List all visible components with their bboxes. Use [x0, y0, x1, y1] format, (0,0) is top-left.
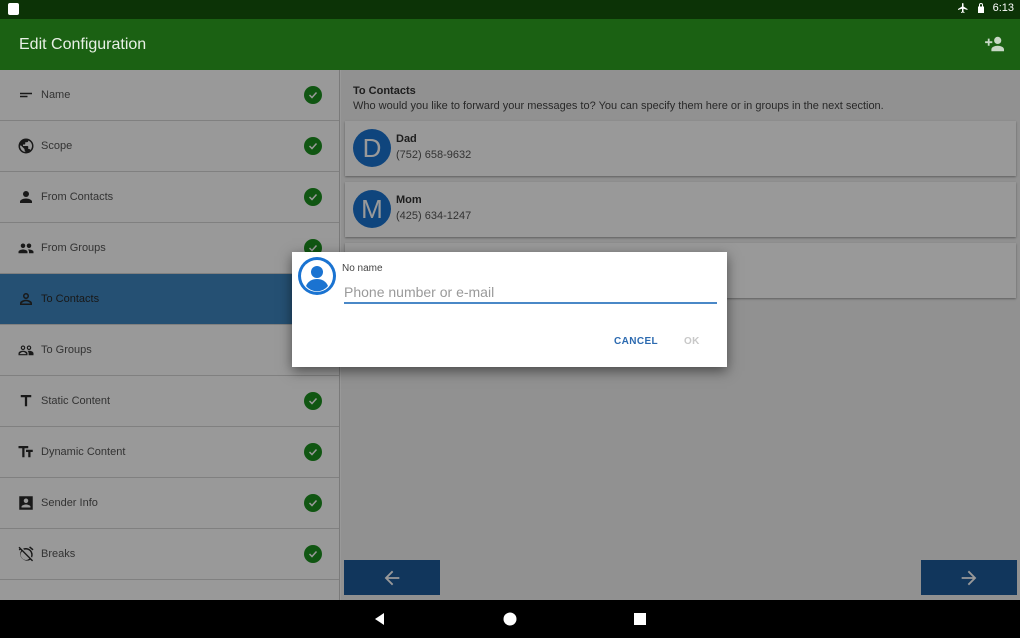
status-icons: 6:13 [957, 2, 1014, 14]
status-time: 6:13 [992, 2, 1014, 14]
phone-email-input[interactable] [344, 282, 717, 304]
app-title: Edit Configuration [19, 36, 147, 53]
recents-nav-button[interactable] [632, 611, 648, 627]
add-person-button[interactable] [984, 35, 1006, 53]
home-circle-icon [503, 612, 517, 626]
cancel-button[interactable]: CANCEL [614, 336, 658, 347]
back-triangle-icon [375, 613, 384, 625]
add-person-icon [985, 36, 1004, 52]
status-bar: 6:13 [0, 0, 1020, 19]
back-nav-button[interactable] [372, 611, 388, 627]
add-contact-dialog: No name CANCEL OK [292, 252, 727, 367]
notification-icon [8, 3, 19, 15]
system-nav-bar [0, 600, 1020, 638]
app-bar: Edit Configuration [0, 19, 1020, 70]
home-nav-button[interactable] [502, 611, 518, 627]
default-avatar-icon [298, 257, 336, 295]
ok-button[interactable]: OK [684, 336, 700, 347]
battery-lock-icon [977, 3, 984, 13]
recents-square-icon [634, 613, 646, 625]
contact-name-label: No name [342, 263, 383, 274]
airplane-icon [957, 3, 968, 13]
